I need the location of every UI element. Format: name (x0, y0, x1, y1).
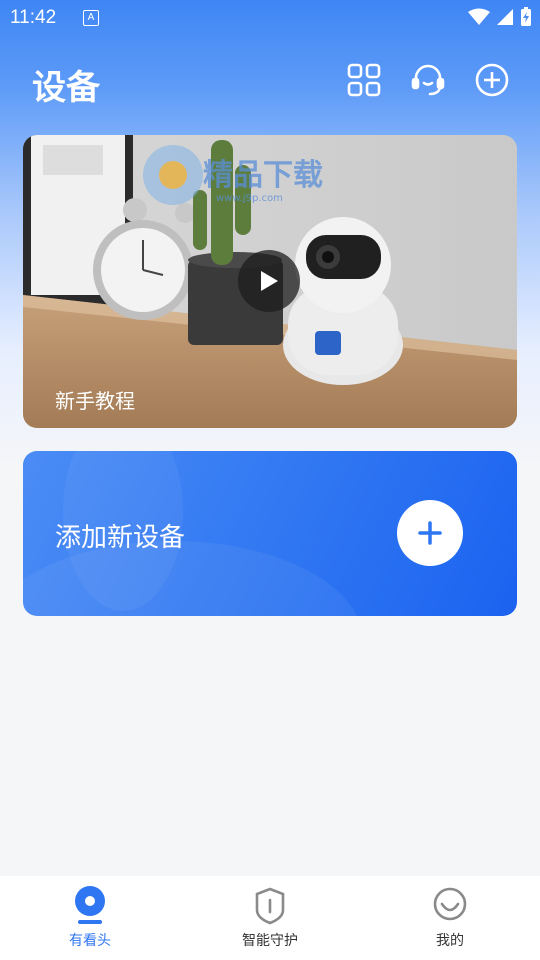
play-icon (261, 271, 278, 291)
customer-service-button[interactable] (410, 62, 446, 98)
plus-icon (418, 521, 442, 545)
watermark-url: www.j9p.com (216, 193, 283, 204)
status-time: 11:42 (10, 7, 57, 28)
add-button[interactable] (474, 62, 510, 98)
nav-label: 我的 (436, 933, 464, 949)
nav-label: 智能守护 (242, 933, 298, 949)
wifi-icon (468, 8, 490, 25)
nav-item-mine[interactable]: 我的 (360, 876, 540, 960)
shield-icon (255, 887, 285, 925)
tutorial-label: 新手教程 (55, 389, 135, 413)
app-notification-icon: A (83, 10, 99, 26)
page-title: 设备 (32, 68, 100, 108)
grid-view-button[interactable] (346, 62, 382, 98)
headset-icon (411, 64, 445, 96)
watermark-text: 精品下载 (203, 158, 323, 193)
status-bar: 11:42 A (0, 0, 540, 36)
camera-icon (75, 886, 105, 924)
tutorial-video-card[interactable]: 精品下载 www.j9p.com 新手教程 (23, 135, 517, 428)
add-device-button[interactable] (397, 500, 463, 566)
nav-item-youkantou[interactable]: 有看头 (0, 876, 180, 960)
battery-icon (521, 7, 531, 26)
grid-icon (347, 63, 381, 97)
signal-icon (497, 9, 513, 25)
play-button[interactable] (238, 250, 300, 312)
bottom-navigation: 有看头 智能守护 我的 (0, 876, 540, 960)
add-device-label: 添加新设备 (55, 523, 186, 553)
header-actions (346, 62, 510, 98)
plus-circle-icon (475, 63, 509, 97)
smile-icon (433, 887, 467, 921)
add-device-card[interactable]: 添加新设备 (23, 451, 517, 616)
nav-item-smart-guard[interactable]: 智能守护 (180, 876, 360, 960)
nav-label: 有看头 (69, 933, 111, 949)
